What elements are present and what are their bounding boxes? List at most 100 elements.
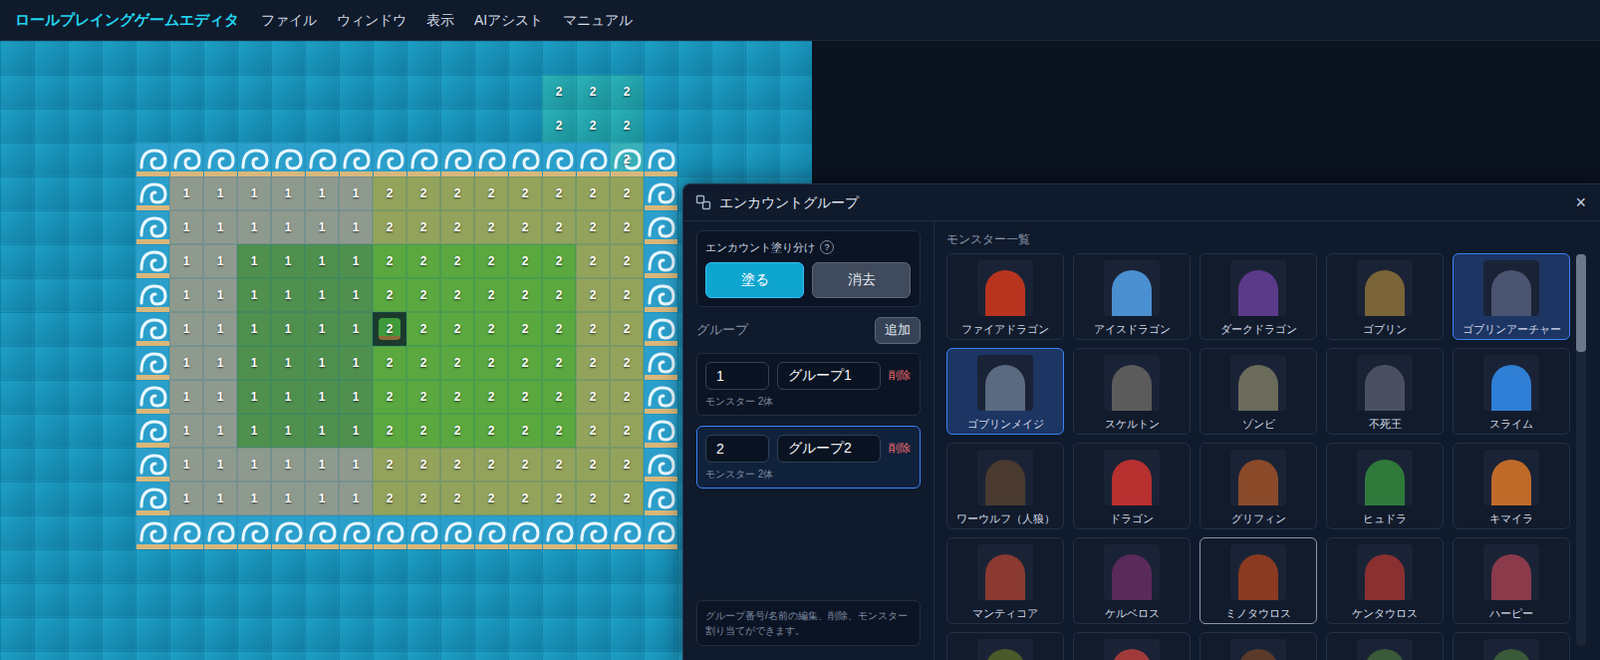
map-tile[interactable]: 1 [338,244,373,278]
map-tile[interactable] [270,108,305,143]
map-tile[interactable] [169,582,204,617]
map-tile[interactable] [135,650,170,660]
map-tile[interactable] [135,244,170,278]
map-tile[interactable] [745,74,780,109]
map-tile[interactable] [474,40,509,75]
map-tile[interactable] [33,40,68,75]
map-tile[interactable] [304,108,339,143]
map-tile[interactable] [67,210,102,245]
map-tile[interactable] [508,74,542,109]
map-tile[interactable] [372,515,407,549]
map-tile[interactable]: 2 [609,379,644,414]
map-tile[interactable]: 1 [304,176,339,211]
map-tile[interactable] [677,142,712,177]
group-name-input[interactable] [777,361,881,390]
monster-card[interactable]: ミノタウロス [1199,536,1318,624]
map-tile[interactable] [101,515,136,549]
map-tile[interactable] [67,481,102,516]
map-tile[interactable]: 2 [541,311,576,346]
map-tile[interactable]: 1 [237,481,271,516]
map-tile[interactable] [643,650,678,660]
map-tile[interactable] [372,40,407,75]
map-tile[interactable] [304,142,339,177]
map-tile[interactable] [169,142,204,177]
map-tile[interactable]: 1 [169,447,204,482]
map-tile[interactable]: 2 [474,481,509,516]
map-tile[interactable] [0,142,34,177]
map-tile[interactable] [101,650,136,660]
map-tile[interactable] [67,108,102,143]
map-tile[interactable] [270,548,305,583]
map-tile[interactable]: 2 [609,74,644,109]
map-tile[interactable] [643,413,678,448]
map-tile[interactable]: 2 [609,210,644,245]
map-tile[interactable]: 2 [440,311,475,346]
map-tile[interactable] [609,548,644,583]
map-tile[interactable] [745,142,780,177]
map-tile[interactable]: 2 [372,481,407,516]
map-tile[interactable] [33,379,68,414]
map-tile[interactable]: 1 [237,277,271,312]
map-tile[interactable] [33,447,68,482]
map-tile[interactable]: 2 [406,277,441,312]
map-tile[interactable] [135,74,170,109]
map-tile[interactable] [203,548,238,583]
map-tile[interactable] [677,74,712,109]
map-tile[interactable] [135,277,170,312]
map-tile[interactable]: 1 [304,447,339,482]
map-tile[interactable]: 2 [541,108,576,143]
map-tile[interactable] [643,311,678,346]
monster-card[interactable]: 不死王 [1326,347,1444,435]
map-tile[interactable] [643,345,678,380]
group-number-input[interactable] [705,434,770,463]
map-tile[interactable] [169,108,204,143]
map-tile[interactable] [237,40,271,75]
monster-card[interactable]: ゾンビ [1199,347,1318,435]
map-tile[interactable] [135,108,170,143]
map-tile[interactable]: 1 [338,379,373,414]
map-tile[interactable]: 1 [237,379,271,414]
map-tile[interactable]: 2 [372,447,407,482]
map-tile[interactable] [203,142,238,177]
map-tile[interactable]: 2 [575,244,610,278]
map-tile[interactable]: 2 [609,176,644,211]
map-tile[interactable]: 2 [406,413,441,448]
map-tile[interactable] [643,379,678,414]
map-tile[interactable] [643,481,678,516]
map-tile[interactable] [67,650,102,660]
map-tile[interactable] [440,108,475,143]
map-tile[interactable]: 1 [338,210,373,245]
map-tile[interactable] [270,74,305,109]
map-tile[interactable] [237,582,271,617]
map-tile[interactable] [643,548,678,583]
map-tile[interactable]: 2 [474,277,509,312]
map-tile[interactable] [101,447,136,482]
map-tile[interactable]: 1 [270,311,305,346]
map-tile[interactable] [0,650,34,660]
map-tile[interactable]: 2 [609,481,644,516]
map-tile[interactable] [33,345,68,380]
map-tile[interactable] [270,142,305,177]
map-tile[interactable]: 2 [575,74,610,109]
map-tile[interactable] [609,582,644,617]
map-tile[interactable] [0,582,34,617]
map-tile[interactable]: 2 [372,176,407,211]
map-tile[interactable] [0,74,34,109]
monster-card[interactable]: スケルトン [1072,347,1191,435]
map-tile[interactable] [33,277,68,312]
map-tile[interactable] [541,650,576,660]
map-tile[interactable] [440,582,475,617]
map-tile[interactable]: 2 [541,481,576,516]
map-tile[interactable] [101,582,136,617]
map-tile[interactable] [541,616,576,651]
map-tile[interactable] [745,108,780,143]
map-tile[interactable] [33,210,68,245]
map-tile[interactable]: 2 [372,311,407,346]
map-tile[interactable] [169,74,204,109]
map-tile[interactable] [643,108,678,143]
map-tile[interactable] [0,515,34,549]
map-tile[interactable] [372,582,407,617]
map-tile[interactable] [67,311,102,346]
map-tile[interactable]: 1 [203,244,238,278]
map-tile[interactable] [406,108,441,143]
